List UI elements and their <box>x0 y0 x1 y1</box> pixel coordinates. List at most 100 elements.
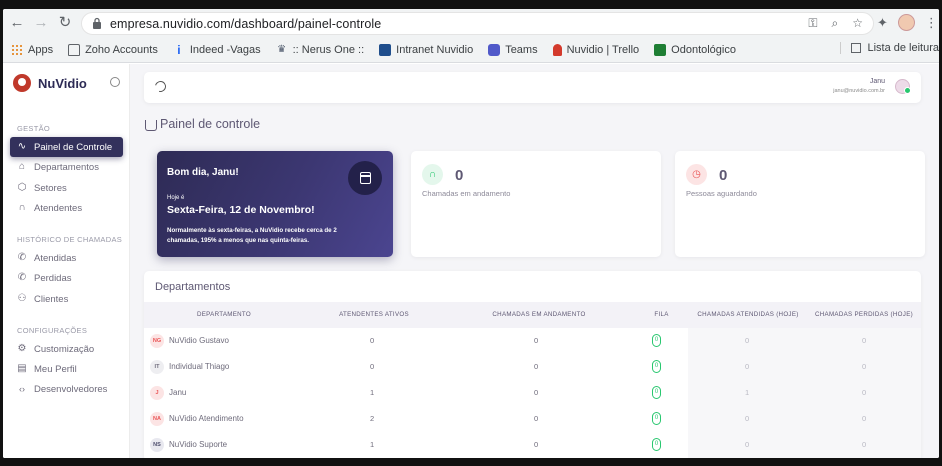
user-avatar[interactable] <box>895 79 911 94</box>
sidebar-item-desenvolvedores[interactable]: ‹› Desenvolvedores <box>10 379 123 399</box>
browser-window: ← → ↻ empresa.nuvidio.com/dashboard/pain… <box>3 9 939 458</box>
column-header-chamadas-atendidas[interactable]: CHAMADAS ATENDIDAS (HOJE) <box>689 302 807 328</box>
bookmark-teams[interactable]: Teams <box>488 43 538 56</box>
greeting-today-label: Hoje é <box>167 195 185 201</box>
kebab-menu-icon[interactable]: ⋮ <box>925 15 938 31</box>
cell-chamadas-atendidas: 1 <box>745 388 750 397</box>
table-row[interactable]: NS NuVidio Suporte 1 0 0 0 0 <box>144 432 921 458</box>
bookmark-odontologico[interactable]: Odontológico <box>654 43 736 56</box>
table-row[interactable]: IT Individual Thiago 0 0 0 0 0 <box>144 354 921 380</box>
bookmark-label: :: Nerus One :: <box>292 43 365 56</box>
greeting-hello: Bom dia, Janu! <box>167 167 239 178</box>
bookmark-trello[interactable]: Nuvidio | Trello <box>552 43 639 56</box>
user-email: janu@nuvidio.com.br <box>833 88 885 94</box>
section-title-gestao: GESTÃO <box>17 124 51 133</box>
sidebar-item-customizacao[interactable]: ⚙ Customização <box>10 339 123 359</box>
cell-chamadas-perdidas: 0 <box>862 414 867 423</box>
department-name: NuVidio Atendimento <box>169 414 244 423</box>
cell-chamadas-perdidas: 0 <box>862 388 867 397</box>
reload-icon[interactable]: ↻ <box>55 13 75 33</box>
teams-icon <box>488 43 501 56</box>
row-highlight <box>688 354 921 380</box>
cell-atendentes-ativos: 0 <box>370 362 375 371</box>
column-header-fila[interactable]: FILA <box>634 302 689 328</box>
table-row[interactable]: J Janu 1 0 0 1 0 <box>144 380 921 406</box>
cell-atendentes-ativos: 0 <box>370 336 375 345</box>
bookmarks-bar: Apps Zoho Accounts i Indeed -Vagas ♛:: Ne… <box>3 38 939 61</box>
sidebar-item-label: Clientes <box>34 293 69 305</box>
box-icon: ⬡ <box>17 182 27 193</box>
sidebar-item-departamentos[interactable]: ⌂ Departamentos <box>10 157 123 177</box>
sidebar-item-label: Atendidas <box>34 252 77 264</box>
sidebar-item-painel-de-controle[interactable]: ∿ Painel de Controle <box>10 137 123 157</box>
headphones-icon: ∩ <box>428 169 437 180</box>
cell-chamadas-atendidas: 0 <box>745 414 750 423</box>
clock-icon: ◷ <box>692 169 701 180</box>
dark-mode-toggle-icon[interactable] <box>152 78 169 95</box>
row-highlight <box>688 406 921 432</box>
stat-card-pessoas-aguardando: ◷ 0 Pessoas aguardando <box>675 151 925 257</box>
department-name: NuVidio Suporte <box>169 440 228 449</box>
cell-chamadas-perdidas: 0 <box>862 440 867 449</box>
bookmark-zoho[interactable]: Zoho Accounts <box>68 43 158 56</box>
profile-avatar[interactable] <box>897 14 915 31</box>
sidebar-item-label: Atendentes <box>34 202 83 214</box>
sidebar-item-atendidas[interactable]: ✆ Atendidas <box>10 248 123 268</box>
sidebar-item-meu-perfil[interactable]: ▤ Meu Perfil <box>10 359 123 379</box>
sidebar-item-label: Customização <box>34 343 95 355</box>
stat-icon-badge: ∩ <box>422 164 443 185</box>
cell-chamadas-atendidas: 0 <box>745 440 750 449</box>
back-icon[interactable]: ← <box>7 13 27 33</box>
table-row[interactable]: NA NuVidio Atendimento 2 0 0 0 0 <box>144 406 921 432</box>
stat-card-chamadas-em-andamento: ∩ 0 Chamadas em andamento <box>411 151 661 257</box>
table-row[interactable]: NG NuVidio Gustavo 0 0 0 0 0 <box>144 328 921 354</box>
browser-nav-row: ← → ↻ empresa.nuvidio.com/dashboard/pain… <box>3 9 939 38</box>
home-icon: ⌂ <box>18 161 26 172</box>
cell-chamadas-em-andamento: 0 <box>534 336 539 345</box>
cell-atendentes-ativos: 2 <box>370 414 375 423</box>
crown-icon: ♛ <box>277 43 287 55</box>
reading-list[interactable]: Lista de leitura <box>840 42 939 54</box>
trello-icon <box>552 43 562 56</box>
brand[interactable]: NuVidio <box>13 74 87 92</box>
top-navbar: Janu janu@nuvidio.com.br <box>144 72 921 103</box>
apps-grid-icon <box>11 43 23 56</box>
extensions-icon[interactable]: ✦ <box>877 15 888 31</box>
sidebar: NuVidio GESTÃO ∿ Painel de Controle ⌂ De… <box>3 64 130 458</box>
department-name: Individual Thiago <box>169 362 230 371</box>
column-header-departamento[interactable]: DEPARTAMENTO <box>144 302 304 328</box>
address-bar[interactable]: empresa.nuvidio.com/dashboard/painel-con… <box>81 12 874 35</box>
column-header-chamadas-em-andamento[interactable]: CHAMADAS EM ANDAMENTO <box>444 302 634 328</box>
column-header-atendentes-ativos[interactable]: ATENDENTES ATIVOS <box>304 302 444 328</box>
users-icon: ⚇ <box>17 293 27 304</box>
bookmark-star-icon[interactable]: ☆ <box>852 16 863 31</box>
department-name: Janu <box>169 388 187 397</box>
zoom-icon[interactable]: ⌕ <box>832 16 839 31</box>
row-highlight <box>688 432 921 458</box>
sidebar-item-label: Meu Perfil <box>34 363 77 375</box>
main-content: Janu janu@nuvidio.com.br Painel de contr… <box>130 64 939 458</box>
forward-icon[interactable]: → <box>31 13 51 33</box>
url-text: empresa.nuvidio.com/dashboard/painel-con… <box>110 17 382 31</box>
sidebar-item-label: Desenvolvedores <box>34 383 108 395</box>
bookmark-label: Zoho Accounts <box>85 43 158 56</box>
greeting-card: Bom dia, Janu! Hoje é Sexta-Feira, 12 de… <box>157 151 393 257</box>
sidebar-collapse-toggle-icon[interactable] <box>110 77 120 87</box>
section-title-historico: HISTÓRICO DE CHAMADAS <box>17 235 123 244</box>
sidebar-item-perdidas[interactable]: ✆ Perdidas <box>10 268 123 288</box>
headphones-icon: ∩ <box>18 202 26 213</box>
sidebar-item-setores[interactable]: ⬡ Setores <box>10 178 123 198</box>
column-header-chamadas-perdidas[interactable]: CHAMADAS PERDIDAS (HOJE) <box>807 302 921 328</box>
bookmark-nerus[interactable]: ♛:: Nerus One :: <box>276 43 365 56</box>
page-title: Painel de controle <box>160 116 261 131</box>
key-icon[interactable]: ⚿ <box>808 16 817 31</box>
departments-card: Departamentos DEPARTAMENTO ATENDENTES AT… <box>144 271 921 458</box>
table-header: DEPARTAMENTO ATENDENTES ATIVOS CHAMADAS … <box>144 302 921 328</box>
bookmark-apps[interactable]: Apps <box>11 43 53 56</box>
greeting-note: Normalmente às sexta-feiras, a NuVidio r… <box>167 227 337 244</box>
sidebar-item-atendentes[interactable]: ∩ Atendentes <box>10 198 123 218</box>
sidebar-item-clientes[interactable]: ⚇ Clientes <box>10 289 123 309</box>
bookmark-indeed[interactable]: i Indeed -Vagas <box>173 44 260 56</box>
bookmark-intranet[interactable]: Intranet Nuvidio <box>379 43 473 56</box>
stat-label: Chamadas em andamento <box>422 189 511 198</box>
